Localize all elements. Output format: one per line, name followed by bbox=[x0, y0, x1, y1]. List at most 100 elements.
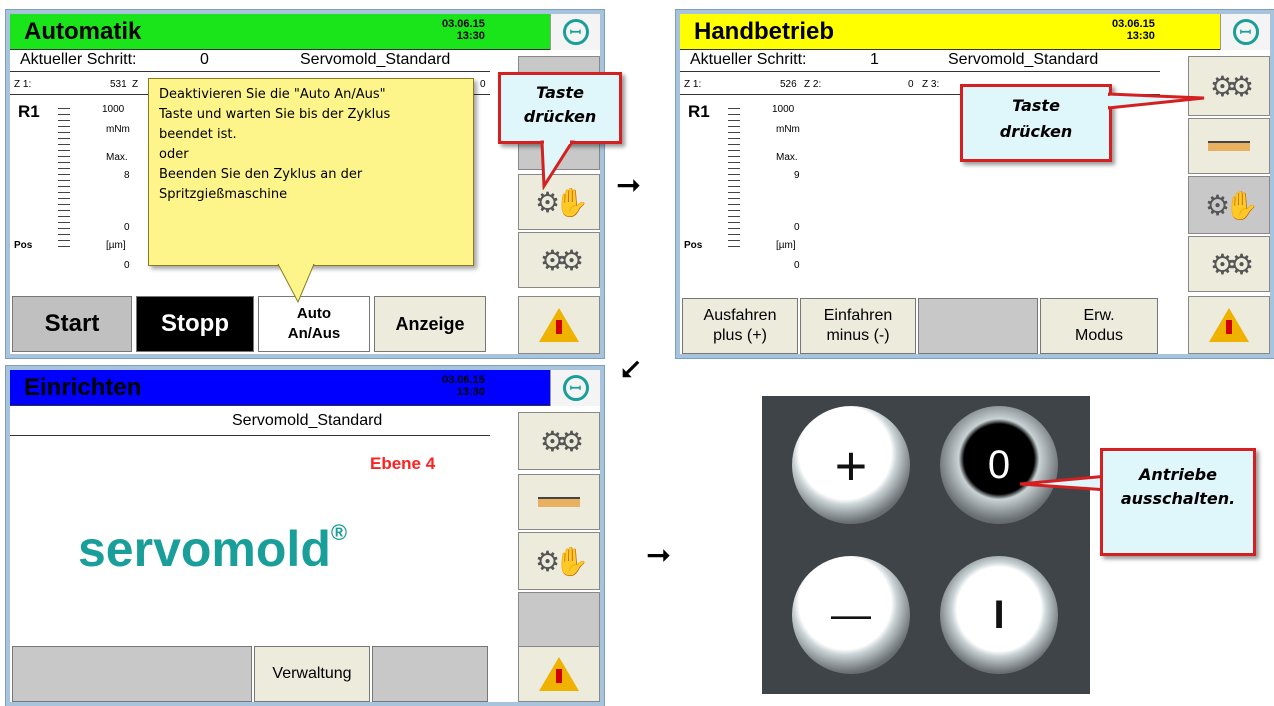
program-name: Servomold_Standard bbox=[232, 412, 383, 429]
tooltip-line: beendet ist. bbox=[159, 127, 237, 142]
program-name: Servomold_Standard bbox=[948, 51, 1099, 68]
program-name: Servomold_Standard bbox=[300, 51, 451, 68]
tooltip-line: Beenden Sie den Zyklus an der bbox=[159, 167, 363, 182]
ausfahren-label-2: plus (+) bbox=[713, 327, 767, 344]
callout-line: Taste bbox=[1012, 96, 1060, 115]
anzeige-button[interactable]: Anzeige bbox=[374, 296, 486, 352]
auto-label-1: Auto bbox=[296, 305, 332, 322]
callout-line: drücken bbox=[999, 122, 1073, 141]
scale-zero: 0 bbox=[124, 222, 130, 233]
pos-label: Pos bbox=[684, 240, 703, 251]
automatic-mode-button[interactable]: ⚙⚙ bbox=[1188, 236, 1270, 292]
ruler-button[interactable] bbox=[518, 474, 600, 530]
empty-bottom-button-2[interactable] bbox=[372, 646, 488, 702]
unit-nm: mNm bbox=[106, 124, 130, 135]
erw-modus-button[interactable]: Erw. Modus bbox=[1040, 298, 1158, 354]
unit-nm: mNm bbox=[776, 124, 800, 135]
tooltip-line: Deaktivieren Sie die "Auto An/Aus" bbox=[159, 87, 386, 102]
servomold-logo-button[interactable]: ꟷ bbox=[550, 14, 600, 50]
tooltip-pointer bbox=[277, 264, 315, 304]
manual-mode-button[interactable]: ⚙✋ bbox=[1188, 176, 1270, 234]
gears-icon: ⚙⚙ bbox=[1209, 248, 1254, 280]
tooltip-line: oder bbox=[159, 147, 189, 162]
auto-on-off-button[interactable]: Auto An/Aus bbox=[258, 296, 370, 352]
empty-bottom-button[interactable] bbox=[12, 646, 252, 702]
einfahren-label-1: Einfahren bbox=[823, 307, 893, 324]
r1-label: R1 bbox=[688, 102, 710, 121]
verwaltung-button[interactable]: Verwaltung bbox=[254, 646, 370, 702]
zone-1-label: Z 1: bbox=[14, 79, 32, 90]
date-text: 03.06.15 bbox=[1112, 18, 1155, 30]
automatic-mode-button[interactable]: ⚙⚙ bbox=[518, 232, 600, 288]
ruler-button[interactable] bbox=[1188, 118, 1270, 174]
arrow-right-icon: ➞ bbox=[616, 169, 642, 202]
servomold-logo-icon: ꟷ bbox=[562, 375, 589, 401]
einfahren-label-2: minus (-) bbox=[826, 327, 890, 344]
servomold-logo-button[interactable]: ꟷ bbox=[1220, 14, 1270, 50]
zone-1-value: 531 bbox=[110, 79, 127, 90]
step-value: 0 bbox=[200, 51, 209, 68]
stopp-label: Stopp bbox=[161, 310, 229, 337]
minus-push-button: — bbox=[792, 556, 910, 674]
gear-hand-icon: ⚙✋ bbox=[1205, 189, 1259, 221]
gear-hand-icon: ⚙✋ bbox=[535, 545, 589, 577]
zone-3-label: Z 3: bbox=[922, 79, 940, 90]
minus-symbol: — bbox=[831, 592, 871, 637]
callout-drives-off: Antriebe ausschalten. bbox=[1100, 448, 1256, 556]
zero-symbol: 0 bbox=[987, 442, 1011, 487]
info-row: Aktueller Schritt: 1 Servomold_Standard bbox=[680, 50, 1160, 72]
time-text: 13:30 bbox=[456, 386, 485, 398]
alarm-button[interactable] bbox=[518, 296, 600, 354]
alarm-button[interactable] bbox=[1188, 296, 1270, 354]
callout-line: Taste bbox=[536, 83, 584, 102]
brand-text: servomold bbox=[78, 521, 331, 577]
side-button-empty[interactable] bbox=[518, 592, 600, 648]
unit-um: [µm] bbox=[106, 240, 126, 251]
manual-mode-button[interactable]: ⚙✋ bbox=[518, 532, 600, 590]
unit-um: [µm] bbox=[776, 240, 796, 251]
one-push-button: I bbox=[940, 556, 1058, 674]
pos-value: 0 bbox=[124, 260, 130, 271]
screen-title: Automatik bbox=[24, 18, 142, 45]
plus-symbol: + bbox=[834, 433, 868, 497]
empty-button[interactable] bbox=[918, 298, 1038, 354]
warning-icon bbox=[1209, 308, 1249, 342]
einrichten-title-bar: Einrichten 03.06.15 13:30 bbox=[10, 370, 550, 406]
tooltip: Deaktivieren Sie die "Auto An/Aus" Taste… bbox=[148, 78, 474, 266]
r1-label: R1 bbox=[18, 102, 40, 121]
alarm-button[interactable] bbox=[518, 646, 600, 702]
arrow-down-left-icon: ➞ bbox=[610, 348, 652, 391]
gear-hand-icon: ⚙✋ bbox=[535, 186, 589, 218]
pos-label: Pos bbox=[14, 240, 33, 251]
torque-scale bbox=[728, 108, 740, 248]
servomold-logo-button[interactable]: ꟷ bbox=[550, 370, 600, 406]
servomold-logo-icon: ꟷ bbox=[562, 19, 589, 45]
zone-2-label: Z 2: bbox=[804, 79, 822, 90]
plus-push-button: + bbox=[792, 406, 910, 524]
max-value: 9 bbox=[794, 170, 800, 181]
einfahren-button[interactable]: Einfahren minus (-) bbox=[800, 298, 916, 354]
control-buttons-photo: + 0 — I bbox=[762, 396, 1090, 694]
start-button[interactable]: Start bbox=[12, 296, 132, 352]
zone-3-value: 0 bbox=[480, 79, 486, 90]
torque-scale bbox=[58, 108, 70, 248]
callout-line: ausschalten. bbox=[1120, 489, 1236, 508]
gears-icon: ⚙⚙ bbox=[539, 244, 584, 276]
ausfahren-button[interactable]: Ausfahren plus (+) bbox=[682, 298, 798, 354]
one-symbol: I bbox=[993, 592, 1005, 637]
setup-mode-button[interactable]: ⚙⚙ bbox=[518, 412, 600, 470]
automatik-screen: Automatik 03.06.15 13:30 ꟷ Aktueller Sch… bbox=[6, 10, 604, 358]
zone-2-label: Z bbox=[132, 79, 139, 90]
handbetrieb-screen: Handbetrieb 03.06.15 13:30 ꟷ Aktueller S… bbox=[676, 10, 1274, 358]
warning-icon bbox=[539, 308, 579, 342]
einrichten-screen: Einrichten 03.06.15 13:30 ꟷ Servomold_St… bbox=[6, 366, 604, 706]
step-value: 1 bbox=[870, 51, 879, 68]
anzeige-label: Anzeige bbox=[395, 314, 465, 334]
arrow-right-icon: ➞ bbox=[646, 539, 672, 572]
stopp-button[interactable]: Stopp bbox=[136, 296, 254, 352]
handbetrieb-title-bar: Handbetrieb 03.06.15 13:30 bbox=[680, 14, 1220, 50]
max-label: Max. bbox=[776, 152, 798, 163]
start-label: Start bbox=[44, 310, 100, 337]
program-row: Servomold_Standard bbox=[10, 406, 490, 436]
datetime: 03.06.15 13:30 bbox=[1112, 18, 1155, 42]
